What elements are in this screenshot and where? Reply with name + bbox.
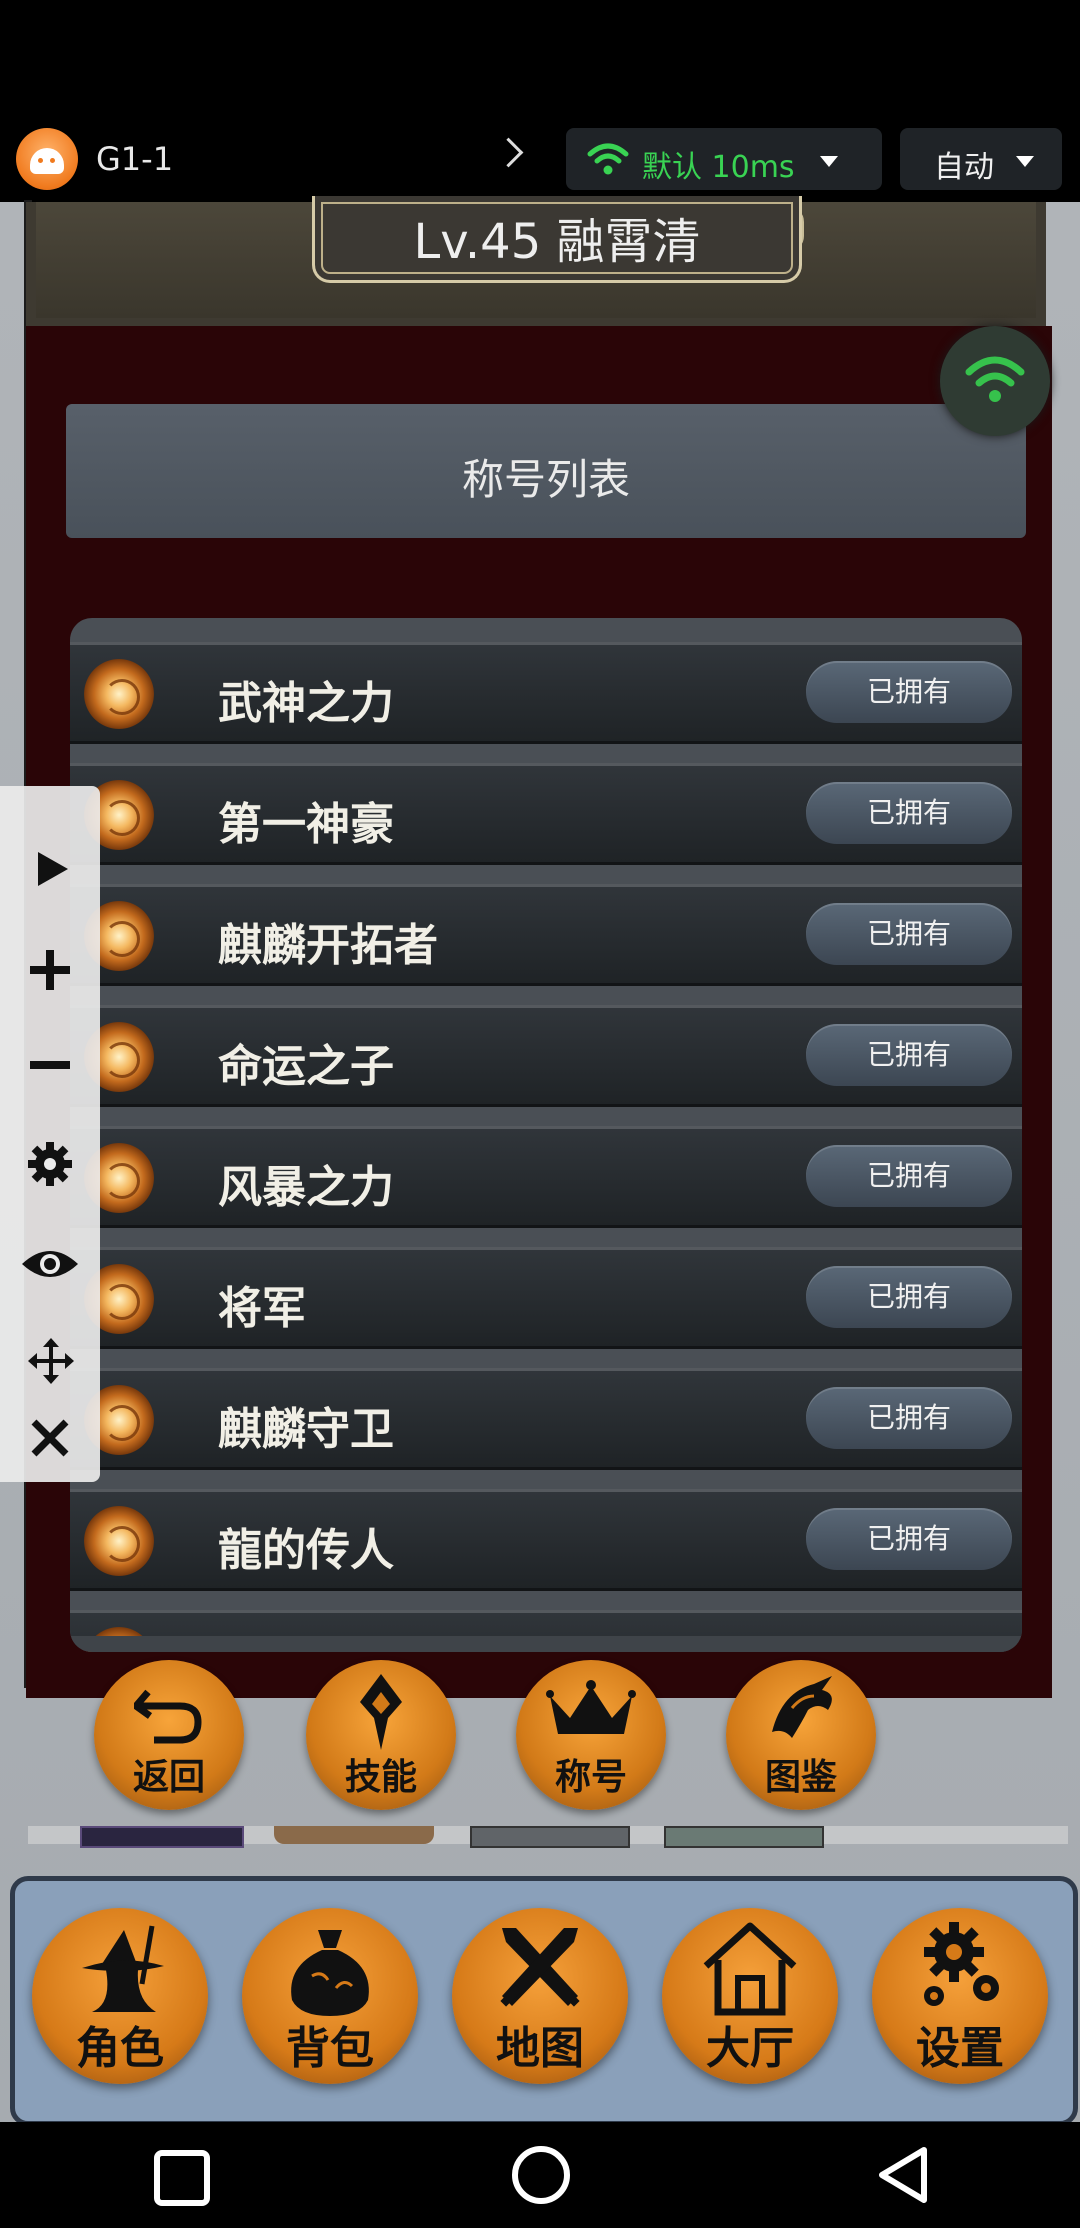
title-name: 麒麟开拓者 <box>218 920 438 971</box>
owned-button[interactable]: 已拥有 <box>806 1508 1012 1570</box>
skills-label: 技能 <box>344 1757 417 1798</box>
equipment-slot[interactable] <box>80 1826 244 1848</box>
status-bar <box>0 0 1080 120</box>
caret-down-icon <box>1016 156 1034 167</box>
mode-selector[interactable]: 自动 <box>900 128 1062 190</box>
mode-label: 自动 <box>934 150 994 185</box>
recents-button[interactable] <box>154 2150 210 2206</box>
back-label: 返回 <box>132 1757 205 1798</box>
equipment-slot[interactable] <box>274 1826 434 1844</box>
list-item[interactable]: 风暴之力 已拥有 <box>70 1126 1022 1228</box>
list-item[interactable]: 武神之力 已拥有 <box>70 642 1022 744</box>
title-name: 龍的传人 <box>218 1525 394 1576</box>
codex-button[interactable]: 图鉴 <box>726 1660 876 1810</box>
owned-button[interactable]: 已拥有 <box>806 782 1012 844</box>
title-medal-icon <box>84 1506 154 1576</box>
equipment-slot[interactable] <box>470 1826 630 1848</box>
android-eye-right <box>50 158 55 163</box>
android-eye-left <box>38 158 43 163</box>
nav-map[interactable]: 地图 <box>452 1908 628 2084</box>
list-item[interactable]: 麒麟守卫 已拥有 <box>70 1368 1022 1470</box>
title-name: 将军 <box>218 1283 306 1334</box>
list-item[interactable]: 龍的传人 已拥有 <box>70 1489 1022 1591</box>
nav-lobby[interactable]: 大厅 <box>662 1908 838 2084</box>
list-footer <box>70 1636 1022 1652</box>
play-button[interactable] <box>0 828 100 908</box>
android-face <box>30 148 64 174</box>
dragon-icon <box>772 1676 832 1738</box>
nav-settings-label: 设置 <box>916 2023 1004 2074</box>
level-plaque: Lv.45 融霄清 <box>312 196 802 283</box>
caret-down-icon <box>820 156 838 167</box>
nav-bag[interactable]: 背包 <box>242 1908 418 2084</box>
title-name: 风暴之力 <box>218 1162 394 1213</box>
crossed-swords-icon <box>500 1928 580 2007</box>
close-icon <box>31 1419 69 1457</box>
owned-button[interactable]: 已拥有 <box>806 1145 1012 1207</box>
android-app-icon[interactable] <box>16 128 78 190</box>
owned-button[interactable]: 已拥有 <box>806 1266 1012 1328</box>
app-name: G1-1 <box>96 140 174 178</box>
list-item[interactable]: 命运之子 已拥有 <box>70 1005 1022 1107</box>
zoom-in-button[interactable] <box>0 926 100 1006</box>
gear-icon <box>28 1142 72 1186</box>
system-navigation-bar <box>0 2122 1080 2228</box>
crown-icon <box>546 1680 636 1734</box>
wizard-icon <box>82 1925 164 2012</box>
title-list[interactable]: 武神之力 已拥有 第一神豪 已拥有 麒麟开拓者 已拥有 命运之子 已拥有 风暴之… <box>70 618 1022 1652</box>
network-selector[interactable]: 默认 10ms <box>566 128 882 190</box>
move-button[interactable] <box>0 1320 100 1400</box>
title-label: 称号 <box>554 1757 627 1798</box>
codex-label: 图鉴 <box>764 1757 837 1798</box>
home-button[interactable] <box>512 2146 570 2204</box>
nav-map-label: 地图 <box>496 2023 584 2074</box>
play-icon <box>38 852 68 886</box>
minus-icon <box>30 1061 70 1069</box>
back-button[interactable]: 返回 <box>94 1660 244 1810</box>
nav-lobby-label: 大厅 <box>706 2023 794 2074</box>
nav-bag-label: 背包 <box>286 2023 374 2074</box>
owned-button[interactable]: 已拥有 <box>806 903 1012 965</box>
title-name: 第一神豪 <box>218 799 394 850</box>
list-item[interactable]: 第一神豪 已拥有 <box>70 763 1022 865</box>
title-button[interactable]: 称号 <box>516 1660 666 1810</box>
plus-icon <box>30 950 70 990</box>
skills-button[interactable]: 技能 <box>306 1660 456 1810</box>
back-arrow-icon <box>134 1689 202 1744</box>
panel-title-banner: 称号列表 <box>66 404 1026 538</box>
bag-icon <box>291 1930 369 2016</box>
list-item[interactable]: 将军 已拥有 <box>70 1247 1022 1349</box>
eye-icon <box>22 1251 78 1277</box>
nav-character[interactable]: 角色 <box>32 1908 208 2084</box>
level-name: Lv.45 融霄清 <box>413 214 701 270</box>
owned-button[interactable]: 已拥有 <box>806 1387 1012 1449</box>
visibility-button[interactable] <box>0 1222 100 1302</box>
equipment-slot[interactable] <box>664 1826 824 1848</box>
title-medal-icon <box>84 659 154 729</box>
wifi-icon <box>587 143 629 175</box>
wifi-icon <box>965 356 1025 402</box>
nav-settings[interactable]: 设置 <box>872 1908 1048 2084</box>
title-name: 武神之力 <box>218 678 394 729</box>
home-icon <box>703 1922 797 2016</box>
floating-toolbar <box>0 786 100 1482</box>
back-triangle-icon[interactable] <box>876 2146 930 2204</box>
gears-icon <box>924 1922 999 2006</box>
list-item[interactable]: 麒麟开拓者 已拥有 <box>70 884 1022 986</box>
nav-character-label: 角色 <box>76 2023 164 2074</box>
skill-emblem-icon <box>360 1674 402 1750</box>
owned-button[interactable]: 已拥有 <box>806 661 1012 723</box>
settings-tool-button[interactable] <box>0 1122 100 1202</box>
close-toolbar-button[interactable] <box>0 1400 100 1480</box>
panel-title: 称号列表 <box>461 455 630 504</box>
network-label: 默认 10ms <box>642 150 795 185</box>
zoom-out-button[interactable] <box>0 1024 100 1104</box>
owned-button[interactable]: 已拥有 <box>806 1024 1012 1086</box>
floating-wifi-button[interactable] <box>940 326 1050 436</box>
move-icon <box>28 1338 74 1384</box>
title-name: 命运之子 <box>218 1041 394 1092</box>
title-name: 麒麟守卫 <box>218 1404 394 1455</box>
